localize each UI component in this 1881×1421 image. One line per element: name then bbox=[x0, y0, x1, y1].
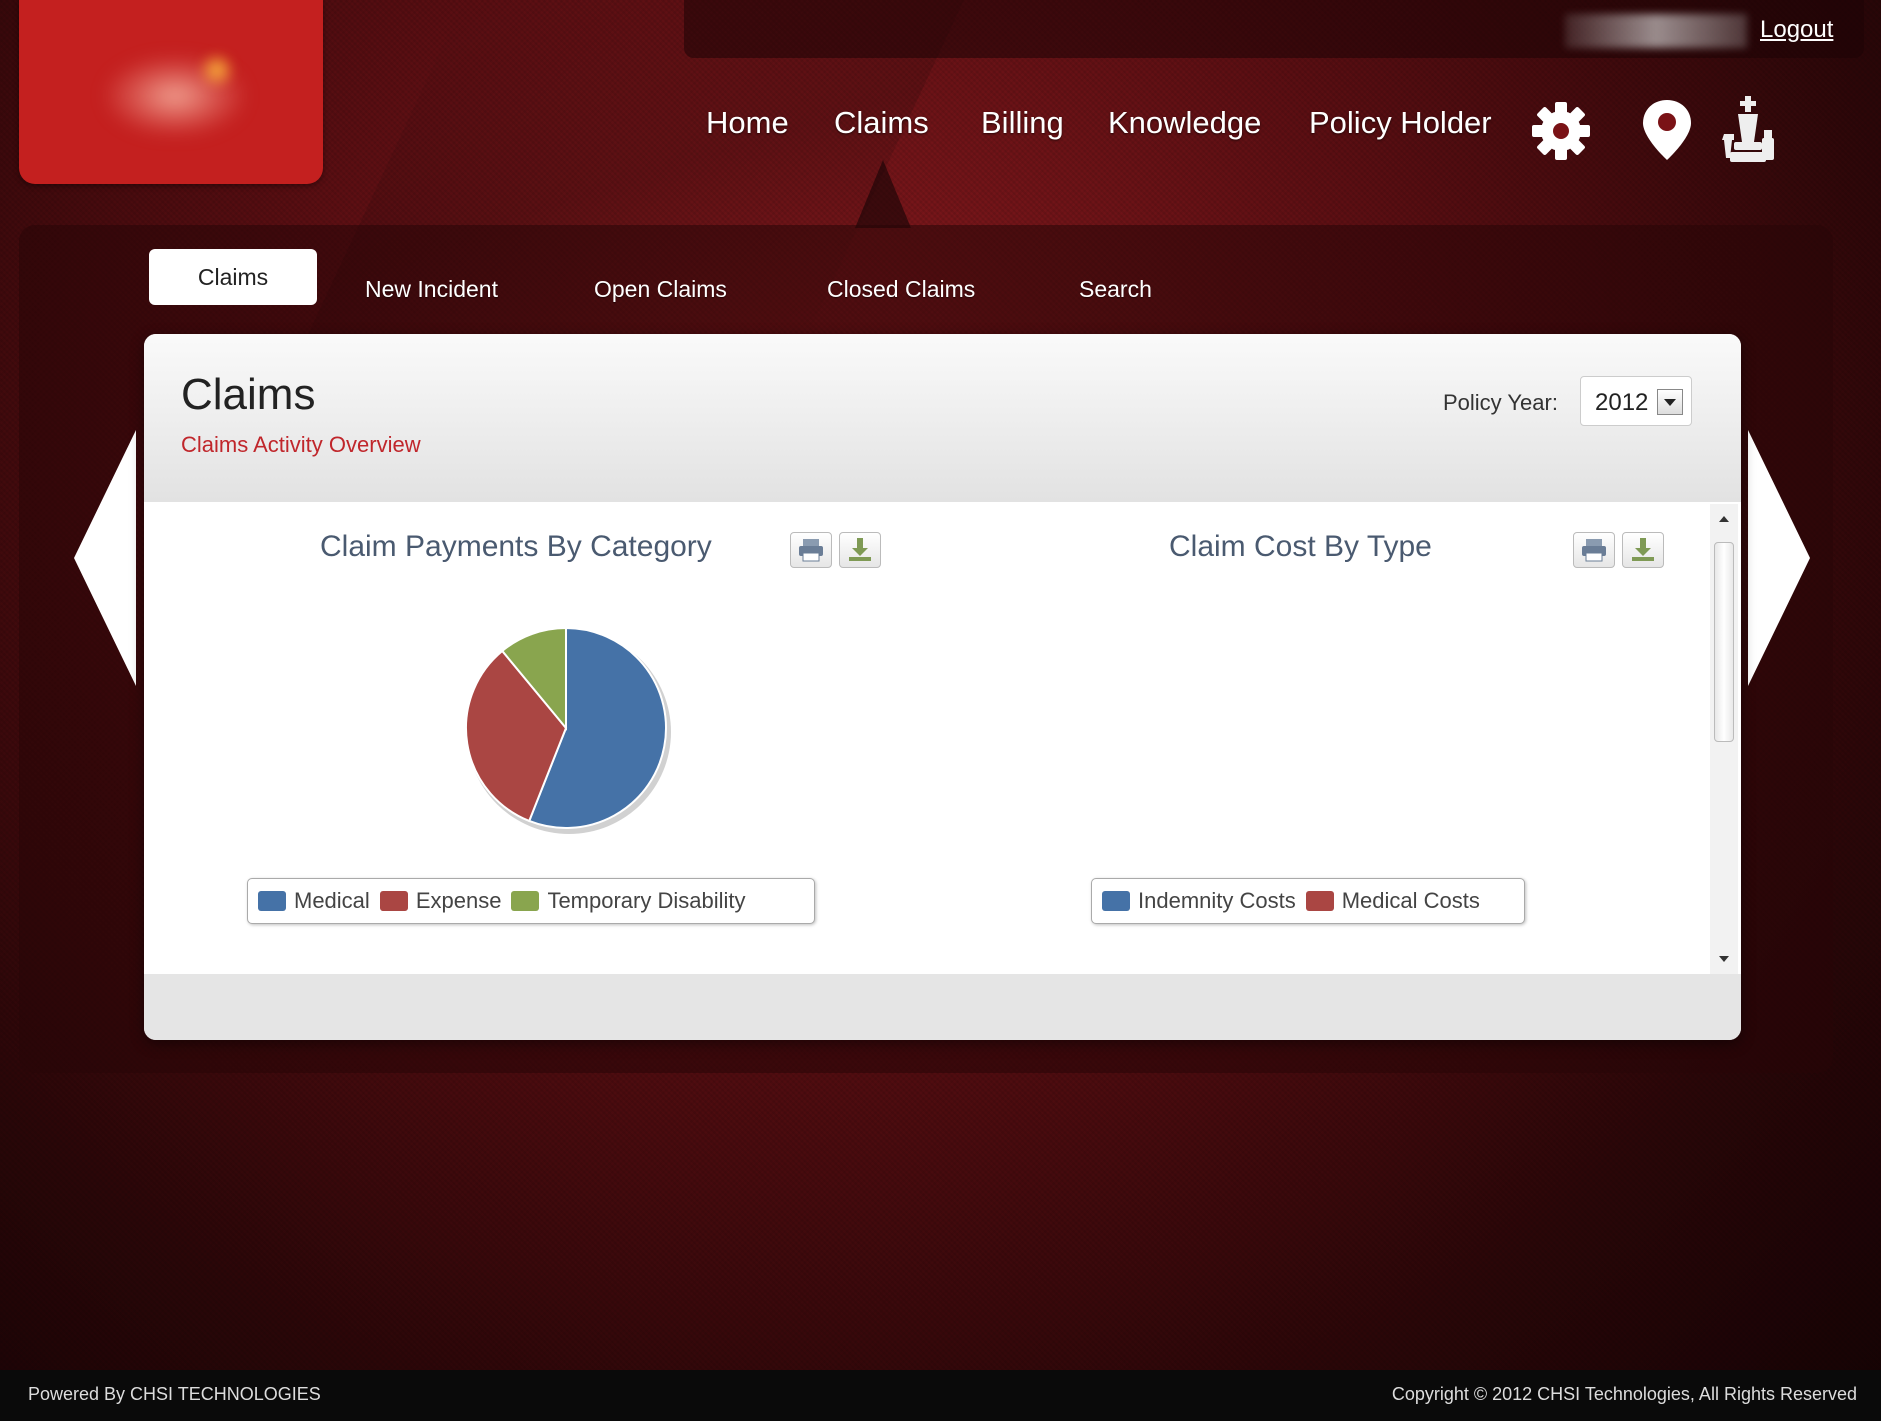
subtab-new-incident[interactable]: New Incident bbox=[365, 276, 498, 303]
legend-label: Temporary Disability bbox=[547, 888, 746, 913]
card-footer bbox=[144, 974, 1741, 1040]
legend-swatch bbox=[1102, 891, 1130, 911]
nav-home[interactable]: Home bbox=[706, 105, 789, 141]
brand-logo[interactable] bbox=[19, 0, 323, 184]
nav-knowledge[interactable]: Knowledge bbox=[1108, 105, 1261, 141]
policy-year-value: 2012 bbox=[1595, 389, 1649, 416]
claims-card: Claims Claims Activity Overview Policy Y… bbox=[144, 334, 1741, 1040]
subtab-closed-claims[interactable]: Closed Claims bbox=[827, 276, 975, 303]
pie-chart-title: Claim Payments By Category bbox=[320, 530, 712, 563]
printer-icon bbox=[799, 539, 823, 562]
area-chart-title: Claim Cost By Type bbox=[1169, 530, 1432, 563]
gear-icon[interactable] bbox=[1530, 100, 1592, 162]
legend-item-medical[interactable]: Medical bbox=[258, 888, 370, 914]
nav-policy-holder[interactable]: Policy Holder bbox=[1309, 105, 1492, 141]
legend-swatch bbox=[258, 891, 286, 911]
chess-king-icon[interactable] bbox=[1720, 94, 1776, 166]
legend-item-medical-costs[interactable]: Medical Costs bbox=[1305, 888, 1480, 914]
area-print-button[interactable] bbox=[1573, 532, 1615, 568]
page-title: Claims bbox=[181, 370, 316, 419]
logo-accent-blurred bbox=[197, 52, 237, 88]
download-icon bbox=[1632, 538, 1654, 561]
policy-year-label: Policy Year: bbox=[1443, 390, 1558, 415]
scroll-thumb[interactable] bbox=[1714, 542, 1734, 742]
legend-label: Indemnity Costs bbox=[1138, 888, 1296, 913]
area-download-button[interactable] bbox=[1622, 532, 1664, 568]
card-header: Claims Claims Activity Overview Policy Y… bbox=[144, 334, 1741, 502]
legend-label: Medical bbox=[294, 888, 370, 913]
legend-swatch bbox=[1305, 891, 1334, 911]
pie-print-button[interactable] bbox=[790, 532, 832, 568]
scroll-down-arrow-icon[interactable] bbox=[1719, 956, 1729, 962]
content-scrollbar[interactable] bbox=[1710, 504, 1738, 974]
legend-label: Expense bbox=[415, 888, 502, 913]
user-name-redacted bbox=[1565, 14, 1747, 48]
download-icon bbox=[849, 538, 871, 561]
legend-item-temporary-disability[interactable]: Temporary Disability bbox=[511, 888, 746, 914]
page-subtitle: Claims Activity Overview bbox=[181, 432, 421, 457]
subtab-search[interactable]: Search bbox=[1079, 276, 1152, 303]
subtab-open-claims[interactable]: Open Claims bbox=[594, 276, 727, 303]
nav-billing[interactable]: Billing bbox=[981, 105, 1064, 141]
powered-by-text: Powered By CHSI TECHNOLOGIES bbox=[28, 1384, 321, 1404]
subtab-claims[interactable]: Claims bbox=[149, 249, 317, 305]
nav-claims[interactable]: Claims bbox=[834, 105, 929, 141]
pie-legend: Medical Expense Temporary Disability bbox=[247, 878, 815, 924]
pie-chart bbox=[465, 626, 671, 834]
area-chart: 0k250k500k750k200620072008200920102011 bbox=[944, 574, 1664, 854]
legend-label: Medical Costs bbox=[1341, 888, 1480, 913]
legend-swatch bbox=[511, 891, 540, 911]
legend-swatch bbox=[379, 891, 408, 911]
legend-item-indemnity-costs[interactable]: Indemnity Costs bbox=[1102, 888, 1296, 914]
policy-year-select[interactable]: 2012 bbox=[1580, 376, 1692, 426]
pie-download-button[interactable] bbox=[839, 532, 881, 568]
area-legend: Indemnity Costs Medical Costs bbox=[1091, 878, 1525, 924]
legend-item-expense[interactable]: Expense bbox=[379, 888, 502, 914]
copyright-text: Copyright © 2012 CHSI Technologies, All … bbox=[1391, 1384, 1857, 1404]
logout-link[interactable]: Logout bbox=[1760, 16, 1833, 44]
page-footer: Powered By CHSI TECHNOLOGIES Copyright ©… bbox=[0, 1370, 1881, 1421]
printer-icon bbox=[1582, 539, 1606, 562]
carousel-prev-arrow[interactable] bbox=[72, 428, 138, 693]
carousel-next-arrow[interactable] bbox=[1746, 428, 1812, 693]
chevron-down-icon[interactable] bbox=[1657, 389, 1683, 415]
active-nav-indicator bbox=[855, 160, 911, 228]
scroll-up-arrow-icon[interactable] bbox=[1719, 516, 1729, 522]
map-pin-icon[interactable] bbox=[1640, 98, 1694, 162]
